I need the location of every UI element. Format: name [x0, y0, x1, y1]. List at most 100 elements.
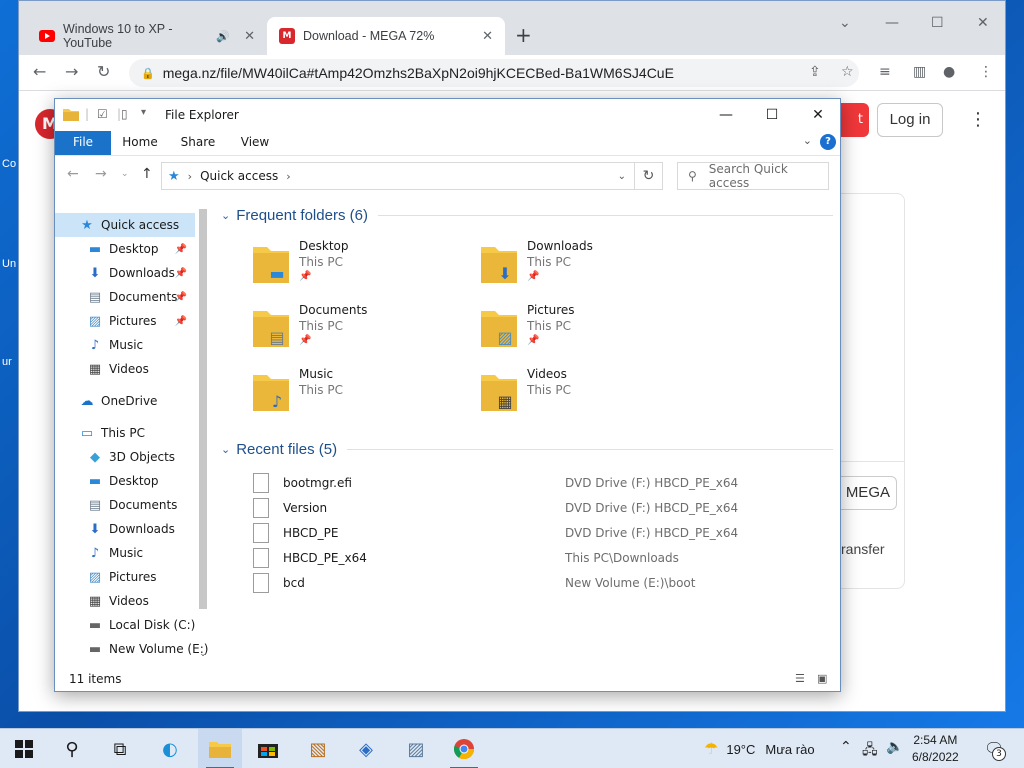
nav-item[interactable]: ▨ Pictures 📌: [55, 309, 195, 333]
chevron-down-icon[interactable]: ⌄: [221, 209, 230, 222]
folder-tile[interactable]: ⬇ Downloads This PC 📌: [479, 239, 699, 299]
folder-tile[interactable]: ▨ Pictures This PC 📌: [479, 303, 699, 363]
nav-item[interactable]: ▬ Desktop 📌: [55, 237, 195, 261]
chevron-right-icon[interactable]: ›: [188, 170, 192, 183]
recent-locations-icon[interactable]: ⌄: [121, 169, 129, 179]
folder-tile[interactable]: ▬ Desktop This PC 📌: [251, 239, 471, 299]
new-folder-icon[interactable]: ▯: [121, 107, 128, 121]
nav-item[interactable]: ▬ New Volume (E:): [55, 637, 209, 661]
minimize-button[interactable]: —: [885, 15, 899, 31]
nav-scrollbar[interactable]: ⌃ ⌄: [197, 209, 209, 665]
scrollbar-thumb[interactable]: [199, 209, 207, 609]
nav-item[interactable]: ⬇ Downloads 📌: [55, 261, 195, 285]
login-button[interactable]: Log in: [877, 103, 943, 137]
notifications-button[interactable]: 🗨 3: [984, 739, 1006, 761]
nav-item[interactable]: ▤ Documents: [55, 493, 195, 517]
folder-tile[interactable]: ▦ Videos This PC: [479, 367, 699, 427]
nav-item[interactable]: ☁ OneDrive: [55, 389, 195, 413]
nav-item[interactable]: ▨ Pictures: [55, 565, 195, 589]
tab-youtube[interactable]: Windows 10 to XP - YouTube 🔊 ✕: [27, 17, 267, 55]
chevron-down-icon[interactable]: ⌄: [221, 443, 230, 456]
back-icon[interactable]: ←: [33, 62, 46, 81]
mega-app-button[interactable]: MEGA: [841, 476, 897, 510]
task-view-icon[interactable]: ⧉: [98, 729, 142, 768]
back-icon[interactable]: ←: [67, 166, 79, 182]
address-bar[interactable]: 🔒 mega.nz/file/MW40ilCa#tAmp42Omzhs2BaXp…: [129, 59, 859, 87]
maximize-button[interactable]: ☐: [749, 103, 795, 127]
chevron-up-icon[interactable]: ⌃: [840, 739, 852, 755]
tab-share[interactable]: Share: [175, 131, 221, 155]
forward-icon[interactable]: →: [95, 166, 107, 182]
tab-view[interactable]: View: [233, 131, 277, 155]
edge-icon[interactable]: ◐: [148, 729, 192, 768]
recent-file-row[interactable]: bootmgr.efi DVD Drive (F:) HBCD_PE_x64: [253, 471, 813, 495]
side-panel-icon[interactable]: ▥: [913, 64, 926, 80]
close-button[interactable]: ✕: [977, 15, 989, 31]
nav-item[interactable]: ▭ This PC: [55, 421, 195, 445]
tab-mega[interactable]: M Download - MEGA 72% ✕: [267, 17, 505, 55]
large-icons-view-icon[interactable]: ▣: [817, 672, 827, 685]
tab-file[interactable]: File: [55, 131, 111, 155]
refresh-button[interactable]: ↻: [635, 162, 663, 190]
nav-item[interactable]: ★ Quick access: [55, 213, 195, 237]
clock[interactable]: 2:54 AM 6/8/2022: [912, 732, 959, 766]
address-bar[interactable]: ★ › Quick access › ⌄: [161, 162, 635, 190]
tab-home[interactable]: Home: [117, 131, 163, 155]
image-viewer-icon[interactable]: ▨: [394, 729, 438, 768]
desktop-icon-label[interactable]: Co: [2, 158, 16, 170]
search-input[interactable]: ⚲ Search Quick access: [677, 162, 829, 190]
reload-icon[interactable]: ↻: [97, 62, 110, 81]
folder-tile[interactable]: ♪ Music This PC: [251, 367, 471, 427]
up-icon[interactable]: ↑: [141, 166, 153, 182]
chevron-down-icon[interactable]: ⌄: [803, 134, 812, 147]
help-icon[interactable]: ?: [820, 134, 836, 150]
app-icon[interactable]: ◈: [344, 729, 388, 768]
bookmark-star-icon[interactable]: ☆: [841, 64, 854, 80]
folder-tile[interactable]: ▤ Documents This PC 📌: [251, 303, 471, 363]
desktop-icon-label[interactable]: ur: [2, 356, 12, 368]
nav-item[interactable]: ▦ Videos: [55, 357, 195, 381]
search-icon[interactable]: ⚲: [50, 729, 94, 768]
nav-item[interactable]: ▬ Local Disk (C:): [55, 613, 195, 637]
menu-kebab-icon[interactable]: ⋮: [969, 109, 987, 130]
nav-item[interactable]: ▤ Documents 📌: [55, 285, 195, 309]
new-tab-button[interactable]: +: [515, 23, 532, 47]
archive-app-icon[interactable]: ▧: [296, 729, 340, 768]
recent-file-row[interactable]: HBCD_PE DVD Drive (F:) HBCD_PE_x64: [253, 521, 813, 545]
nav-item[interactable]: ▬ Desktop: [55, 469, 195, 493]
network-icon[interactable]: 🖧: [862, 739, 878, 763]
recent-file-row[interactable]: HBCD_PE_x64 This PC\Downloads: [253, 546, 813, 570]
nav-item[interactable]: ⬇ Downloads: [55, 517, 195, 541]
minimize-button[interactable]: —: [703, 103, 749, 127]
nav-item[interactable]: ▦ Videos: [55, 589, 195, 613]
nav-item[interactable]: ◆ 3D Objects: [55, 445, 195, 469]
close-button[interactable]: ✕: [795, 103, 841, 127]
customize-toolbar-icon[interactable]: ▾: [141, 107, 146, 118]
recent-file-row[interactable]: bcd New Volume (E:)\boot: [253, 571, 813, 595]
recent-file-row[interactable]: Version DVD Drive (F:) HBCD_PE_x64: [253, 496, 813, 520]
desktop-icon-label[interactable]: Un: [2, 258, 16, 270]
chevron-right-icon[interactable]: ›: [286, 170, 290, 183]
forward-icon[interactable]: →: [65, 62, 78, 81]
nav-item[interactable]: ♪ Music: [55, 541, 195, 565]
file-explorer-taskbar-icon[interactable]: [198, 729, 242, 768]
speaker-icon[interactable]: 🔊: [216, 30, 230, 43]
lock-icon[interactable]: 🔒: [141, 67, 155, 80]
chevron-down-icon[interactable]: ⌄: [839, 15, 851, 31]
weather-widget[interactable]: ☂ 19°C Mưa rào: [704, 739, 815, 759]
chrome-icon[interactable]: [442, 729, 486, 768]
close-tab-icon[interactable]: ✕: [244, 29, 255, 44]
mega-create-account-button[interactable]: t: [841, 103, 869, 137]
store-icon[interactable]: [246, 729, 290, 768]
close-tab-icon[interactable]: ✕: [482, 29, 493, 44]
scroll-down-icon[interactable]: ⌄: [197, 649, 209, 659]
menu-kebab-icon[interactable]: ⋮: [979, 64, 993, 80]
media-queue-icon[interactable]: ≡: [879, 64, 891, 80]
breadcrumb[interactable]: Quick access: [200, 169, 278, 183]
share-icon[interactable]: ⇪: [809, 64, 821, 80]
chevron-down-icon[interactable]: ⌄: [618, 171, 626, 182]
maximize-button[interactable]: ☐: [931, 15, 944, 31]
start-button[interactable]: [2, 729, 46, 768]
profile-avatar-icon[interactable]: ●: [943, 64, 955, 80]
recent-files-header[interactable]: ⌄ Recent files (5): [221, 441, 833, 458]
